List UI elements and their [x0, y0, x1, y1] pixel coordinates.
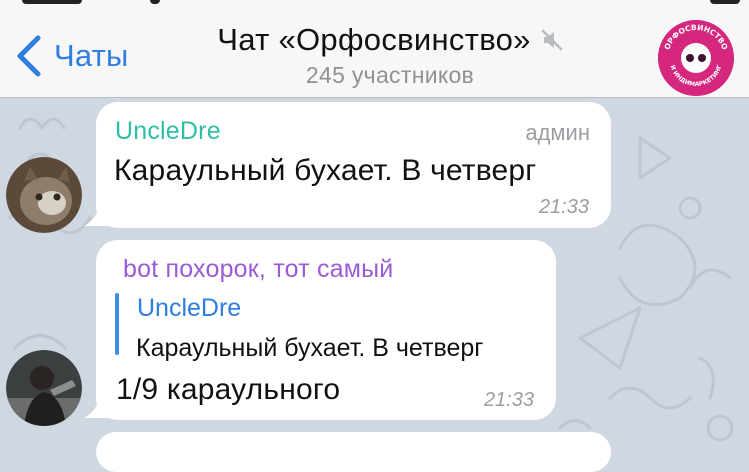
avatar[interactable] [6, 350, 82, 426]
group-avatar[interactable]: ОРФОСВИНСТВО И ИНДИМАРКЕТИНГ [658, 20, 734, 96]
reply-sender[interactable]: UncleDre [137, 294, 241, 323]
avatar[interactable] [6, 157, 82, 233]
admin-badge: админ [525, 120, 590, 145]
message-sender[interactable]: UncleDre [115, 117, 221, 146]
chevron-left-icon [17, 35, 41, 77]
message-sender[interactable]: bot похорок, тот самый [123, 255, 393, 284]
user-photo-icon [6, 350, 82, 426]
message-bubble[interactable]: UncleDre админ Караульный бухает. В четв… [96, 102, 611, 228]
message-text: 1/9 караульного [116, 373, 341, 406]
chat-title-area[interactable]: Чат «Орфосвинство» 245 участников [150, 22, 630, 89]
members-count: 245 участников [305, 62, 475, 88]
chat-title-text: Чат «Орфосвинство» [217, 22, 531, 57]
message-bubble[interactable] [96, 432, 611, 472]
group-logo-icon: ОРФОСВИНСТВО И ИНДИМАРКЕТИНГ [658, 20, 734, 96]
chat-header: Чаты Чат «Орфосвинство» 245 участников О… [0, 0, 749, 98]
back-button-label: Чаты [54, 38, 129, 73]
message-time: 21:33 [538, 196, 589, 218]
reply-text[interactable]: Караульный бухает. В четверг [136, 334, 483, 363]
cat-avatar-icon [6, 157, 82, 233]
chat-title: Чат «Орфосвинство» [217, 22, 562, 58]
message-text: Караульный бухает. В четверг [114, 154, 537, 187]
reply-bar [115, 293, 119, 355]
status-bar [0, 0, 749, 6]
message-bubble[interactable]: bot похорок, тот самый UncleDre Караульн… [96, 240, 556, 420]
back-button[interactable]: Чаты [14, 30, 129, 82]
message-time: 21:33 [483, 389, 534, 411]
muted-speaker-icon [541, 29, 562, 51]
